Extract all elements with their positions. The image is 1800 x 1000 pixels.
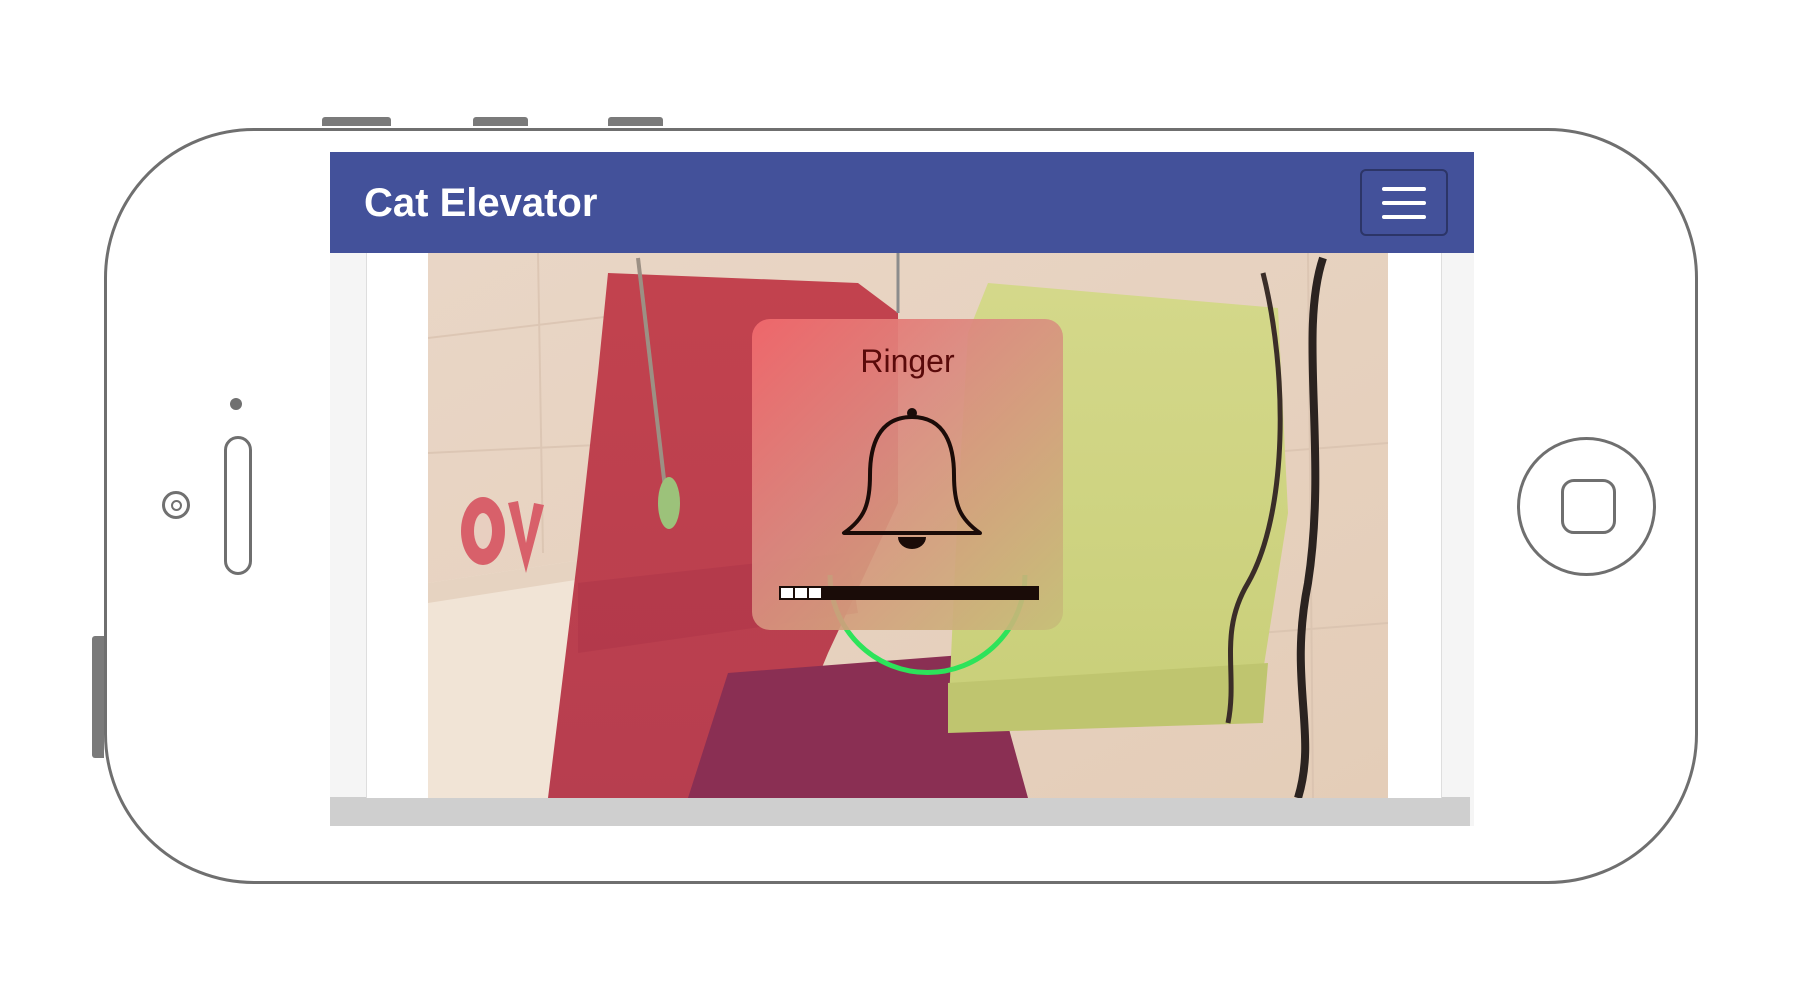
phone-mute-switch [92,636,104,758]
volume-level-segment [781,588,793,598]
hamburger-menu-icon [1382,186,1426,191]
volume-level-segment [795,588,807,598]
home-button-square-icon [1561,479,1616,534]
brand-title[interactable]: Cat Elevator [364,178,597,228]
phone-power-button [608,117,663,126]
volume-level-segment [809,588,821,598]
ringer-volume-bar [779,586,1039,600]
hamburger-menu-icon-bar [1382,200,1426,205]
earpiece-speaker [224,436,252,575]
phone-volume-down-button [473,117,528,126]
hamburger-menu-icon-bar [1382,214,1426,219]
hamburger-menu-button[interactable] [1360,169,1448,236]
bottom-scroll-strip [330,797,1470,826]
phone-volume-up-button [322,117,391,126]
proximity-sensor [230,398,242,410]
front-camera-icon [162,491,190,519]
hud-title: Ringer [860,343,955,379]
ringer-volume-hud: Ringer [752,319,1063,630]
bell-icon [842,408,982,549]
top-navbar: Cat Elevator [330,152,1474,253]
